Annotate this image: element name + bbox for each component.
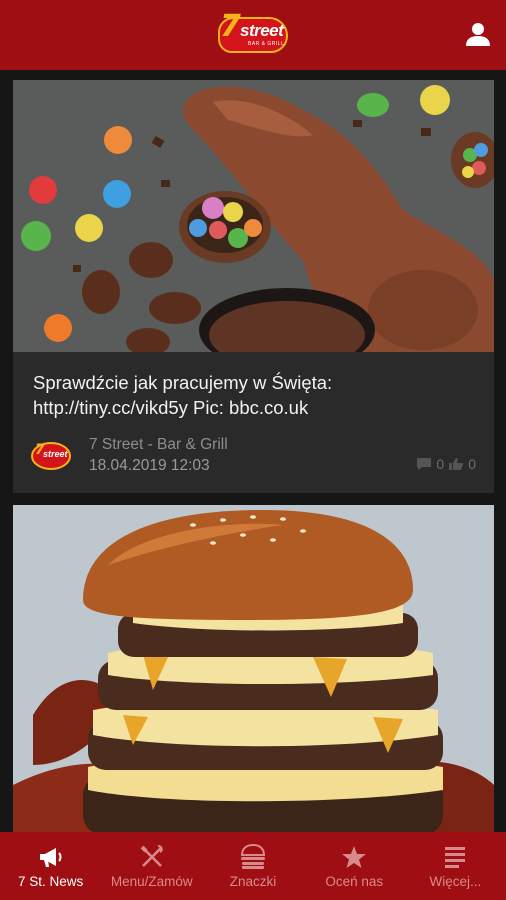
nav-label-more: Więcej... xyxy=(429,874,482,889)
logo-tagline: BAR & GRILL xyxy=(248,41,285,47)
news-post-card[interactable]: Sprawdźcie jak pracujemy w Święta: http:… xyxy=(13,80,494,493)
brand-logo[interactable]: 7 street BAR & GRILL xyxy=(218,9,288,59)
post-stats: 0 0 xyxy=(416,456,476,472)
nav-label-news: 7 St. News xyxy=(17,874,84,889)
logo-number: 7 xyxy=(220,9,241,44)
nav-item-rate[interactable]: Oceń nas xyxy=(304,832,405,900)
post-date: 18.04.2019 12:03 xyxy=(89,457,210,474)
post-text: Sprawdźcie jak pracujemy w Święta: http:… xyxy=(33,372,333,418)
burger-illustration xyxy=(13,505,494,832)
fork-knife-icon xyxy=(138,844,166,870)
star-icon xyxy=(340,844,368,870)
nav-item-stamps[interactable]: Znaczki xyxy=(202,832,303,900)
post-author: 7 Street - Bar & Grill xyxy=(89,436,228,453)
post-image-easter-chocolate[interactable] xyxy=(13,80,494,352)
nav-label-rate: Oceń nas xyxy=(325,874,384,889)
svg-text:street: street xyxy=(43,449,69,459)
easter-chocolate-illustration xyxy=(13,80,494,352)
post-image-burger[interactable] xyxy=(13,505,494,832)
nav-item-more[interactable]: Więcej... xyxy=(405,832,506,900)
comment-icon xyxy=(417,458,432,470)
logo-wordmark: street xyxy=(240,21,284,40)
like-count: 0 xyxy=(468,456,476,472)
nav-item-news[interactable]: 7 St. News xyxy=(0,832,101,900)
news-post-card[interactable] xyxy=(13,505,494,832)
nav-label-menu: Menu/Zamów xyxy=(110,874,193,889)
nav-item-menu[interactable]: Menu/Zamów xyxy=(101,832,202,900)
bottom-navigation: 7 St. News Menu/Zamów Znaczki Oceń nas W… xyxy=(0,832,506,900)
top-app-bar: 7 street BAR & GRILL xyxy=(0,0,506,70)
post-author-avatar: 7 street xyxy=(31,438,71,472)
thumbs-up-icon[interactable] xyxy=(448,457,464,471)
user-profile-button[interactable] xyxy=(464,20,492,48)
user-icon xyxy=(466,23,490,46)
megaphone-icon xyxy=(37,844,65,870)
logo-avatar-icon: 7 street xyxy=(31,442,71,470)
menu-lines-icon xyxy=(441,844,469,870)
news-feed[interactable]: Sprawdźcie jak pracujemy w Święta: http:… xyxy=(0,70,506,832)
nav-label-stamps: Znaczki xyxy=(229,874,277,889)
comment-count: 0 xyxy=(436,456,445,472)
burger-icon xyxy=(239,844,267,870)
